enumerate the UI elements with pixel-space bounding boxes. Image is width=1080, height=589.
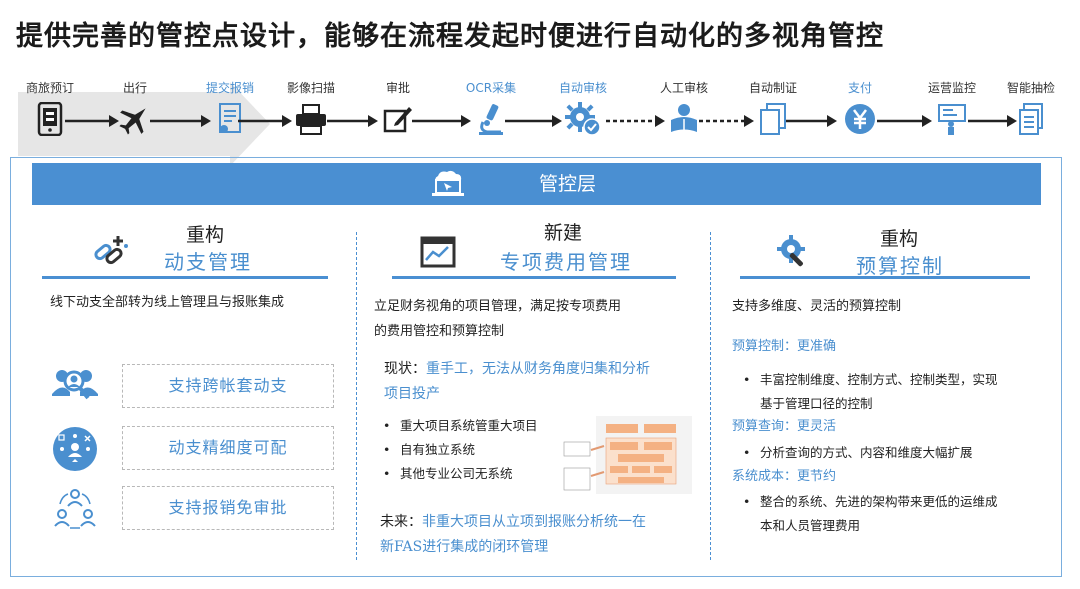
col1-description: 线下动支全部转为线上管理且与报账集成	[50, 295, 285, 310]
arrow-icon	[968, 115, 1017, 127]
col2-title-1: 新建	[544, 222, 583, 244]
arrow-icon	[786, 115, 837, 127]
feature-cross-ledger: 支持跨帐套动支	[122, 364, 334, 408]
col2-future: 未来：非重大项目从立项到报账分析统一在	[380, 514, 646, 530]
col3-section-heading: 预算控制：更准确	[732, 339, 837, 354]
col2-bullets: 重大项目系统管重大项目 自有独立系统 其他专业公司无系统	[380, 414, 580, 486]
control-layer-header: 管控层	[32, 163, 1041, 205]
col3-underline	[740, 276, 1030, 279]
user-network-icon	[52, 426, 98, 476]
col1-title-2: 动支管理	[164, 250, 252, 274]
wrench-gear-icon	[776, 234, 812, 274]
feature-configurable-granularity: 动支精细度可配	[122, 426, 334, 470]
control-layer-title: 管控层	[539, 173, 597, 195]
list-item: 整合的系统、先进的架构带来更低的运维成本和人员管理费用	[740, 490, 1040, 538]
col2-underline	[392, 276, 676, 279]
col2-status-line2: 项目投产	[384, 386, 440, 402]
page-title: 提供完善的管控点设计，能够在流程发起时便进行自动化的多视角管控	[16, 21, 884, 52]
col2-title-2: 专项费用管理	[500, 250, 632, 274]
laptop-cloud-icon	[430, 170, 466, 202]
list-item: 分析查询的方式、内容和维度大幅扩展	[740, 441, 1040, 465]
arrow-icon	[412, 115, 471, 127]
col2-status: 现状：重手工，无法从财务角度归集和分析	[384, 361, 650, 377]
dashed-arrow-icon	[699, 115, 754, 127]
col3-description: 支持多维度、灵活的预算控制	[732, 299, 902, 314]
column-divider	[710, 232, 711, 560]
col3-title-1: 重构	[880, 228, 919, 250]
col3-section-heading: 预算查询：更灵活	[732, 419, 837, 434]
list-item: 重大项目系统管重大项目	[380, 414, 580, 438]
list-item: 自有独立系统	[380, 438, 580, 462]
arrow-icon	[238, 115, 292, 127]
col3-section-list: 整合的系统、先进的架构带来更低的运维成本和人员管理费用	[740, 490, 1040, 538]
dashed-arrow-icon	[606, 115, 665, 127]
arrow-icon	[877, 115, 932, 127]
col3-section-list: 丰富控制维度、控制方式、控制类型，实现基于管理口径的控制	[740, 368, 1040, 416]
col1-title-1: 重构	[186, 224, 225, 246]
col2-future-line2: 新FAS进行集成的闭环管理	[380, 539, 549, 555]
arrow-icon	[150, 115, 211, 127]
users-search-icon	[52, 364, 98, 408]
feature-no-approval: 支持报销免审批	[122, 486, 334, 530]
col3-title-2: 预算控制	[856, 254, 944, 278]
users-cycle-icon	[52, 486, 98, 536]
col3-section-list: 分析查询的方式、内容和维度大幅扩展	[740, 441, 1040, 465]
col2-description-line1: 立足财务视角的项目管理，满足按专项费用	[374, 299, 622, 314]
project-flow-thumbnail	[560, 416, 692, 494]
link-add-icon	[92, 234, 132, 274]
list-item: 其他专业公司无系统	[380, 462, 580, 486]
chart-screen-icon	[420, 236, 456, 272]
list-item: 丰富控制维度、控制方式、控制类型，实现基于管理口径的控制	[740, 368, 1040, 416]
col2-description-line2: 的费用管控和预算控制	[374, 324, 505, 339]
col1-underline	[42, 276, 328, 279]
arrow-icon	[505, 115, 562, 127]
col3-section-heading: 系统成本：更节约	[732, 469, 837, 484]
arrow-icon	[327, 115, 378, 127]
arrow-icon	[65, 115, 119, 127]
column-divider	[356, 232, 357, 560]
